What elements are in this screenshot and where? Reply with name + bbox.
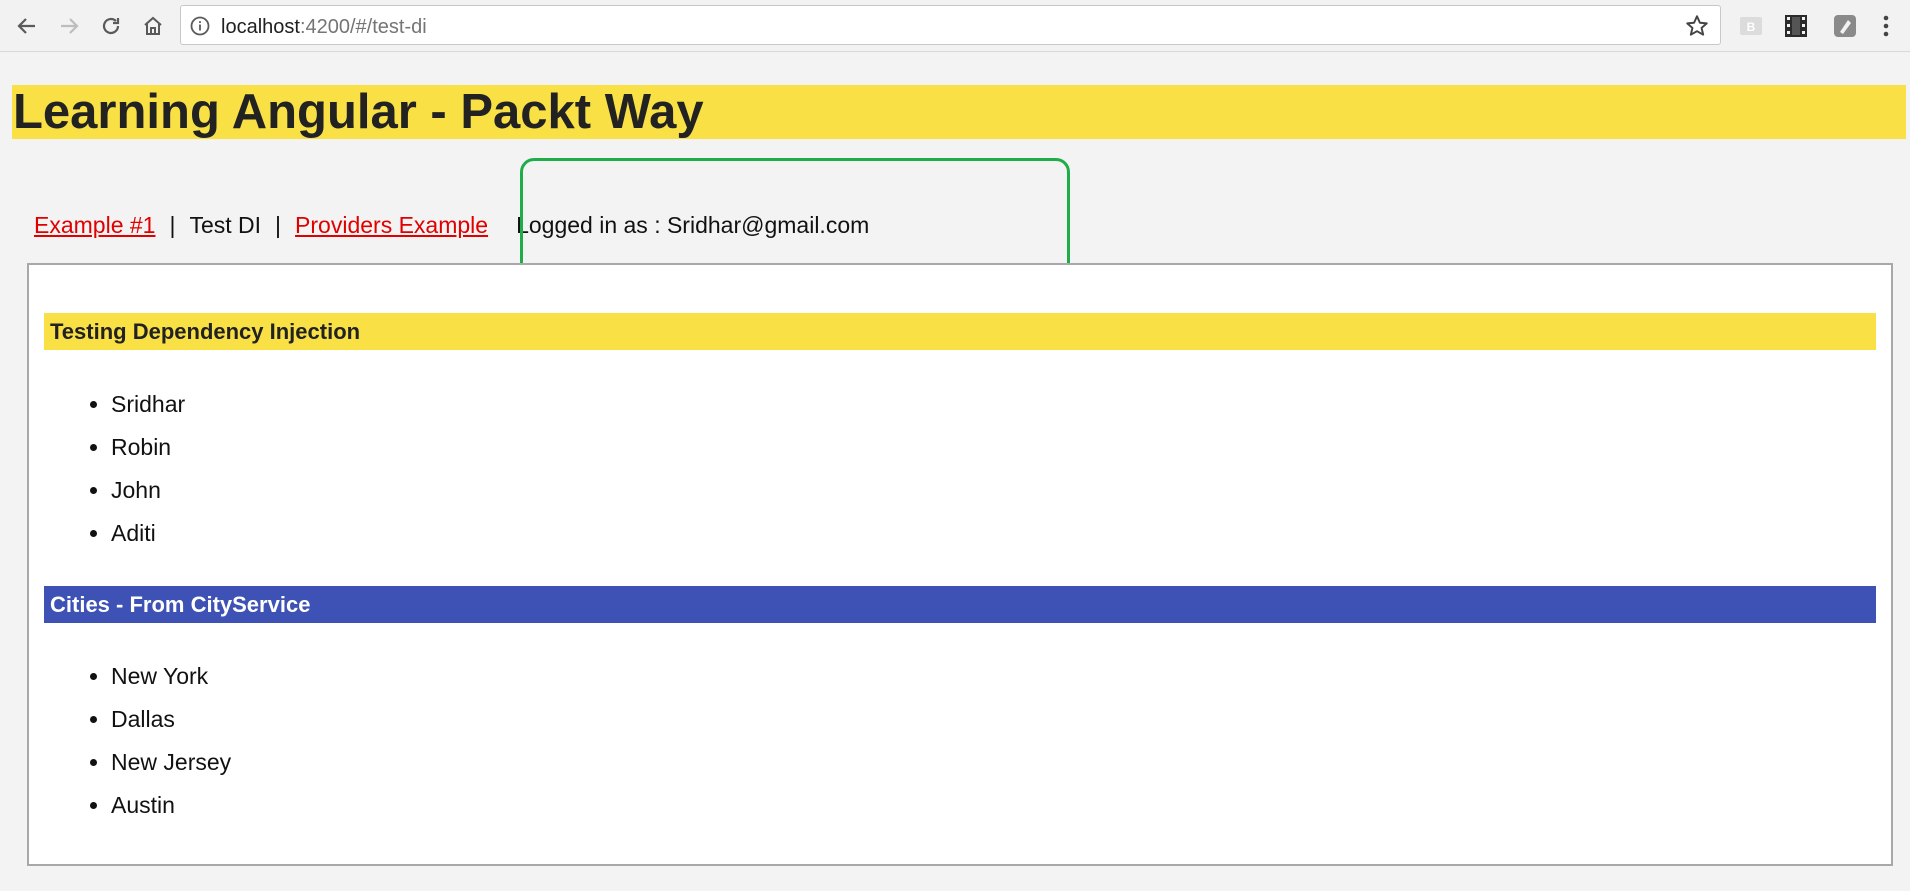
nav-link-example-1[interactable]: Example #1 [34,212,155,238]
nav-separator: | [275,212,282,238]
extension-icon[interactable]: B [1737,12,1765,40]
page-title: Learning Angular - Packt Way [13,85,704,139]
users-list: Sridhar Robin John Aditi [81,383,185,555]
address-bar[interactable]: localhost:4200/#/test-di [180,5,1721,45]
forward-icon [61,18,79,34]
url-host: localhost [221,16,300,38]
list-item: Robin [111,426,185,469]
browser-toolbar: localhost:4200/#/test-di B [0,0,1910,52]
list-item: Sridhar [111,383,185,426]
home-icon [144,16,162,35]
list-item: John [111,469,185,512]
forward-button[interactable] [52,9,86,43]
home-button[interactable] [136,9,170,43]
star-icon[interactable] [1684,13,1710,39]
list-item: Austin [111,784,231,827]
info-icon[interactable] [189,15,211,37]
menu-icon[interactable] [1872,12,1900,40]
reload-button[interactable] [94,9,128,43]
nav-current-test-di: Test DI [189,212,262,238]
url-path: :4200/#/test-di [299,16,427,38]
svg-text:B: B [1747,20,1756,34]
cities-section-heading: Cities - From CityService [44,586,1876,623]
extension-icon[interactable] [1831,12,1859,40]
nav-link-providers-example[interactable]: Providers Example [295,212,488,238]
content-panel: Testing Dependency Injection Sridhar Rob… [27,263,1893,866]
list-item: Aditi [111,512,185,555]
nav-separator: | [169,212,176,238]
list-item: Dallas [111,698,231,741]
back-icon [17,18,35,34]
list-item: New Jersey [111,741,231,784]
filmstrip-icon[interactable] [1782,12,1810,40]
users-section-heading: Testing Dependency Injection [44,313,1876,350]
list-item: New York [111,655,231,698]
back-button[interactable] [10,9,44,43]
url-text[interactable]: localhost:4200/#/test-di [221,16,427,39]
reload-icon [102,17,120,35]
page-banner: Learning Angular - Packt Way [12,85,1906,139]
cities-list: New York Dallas New Jersey Austin [81,655,231,827]
